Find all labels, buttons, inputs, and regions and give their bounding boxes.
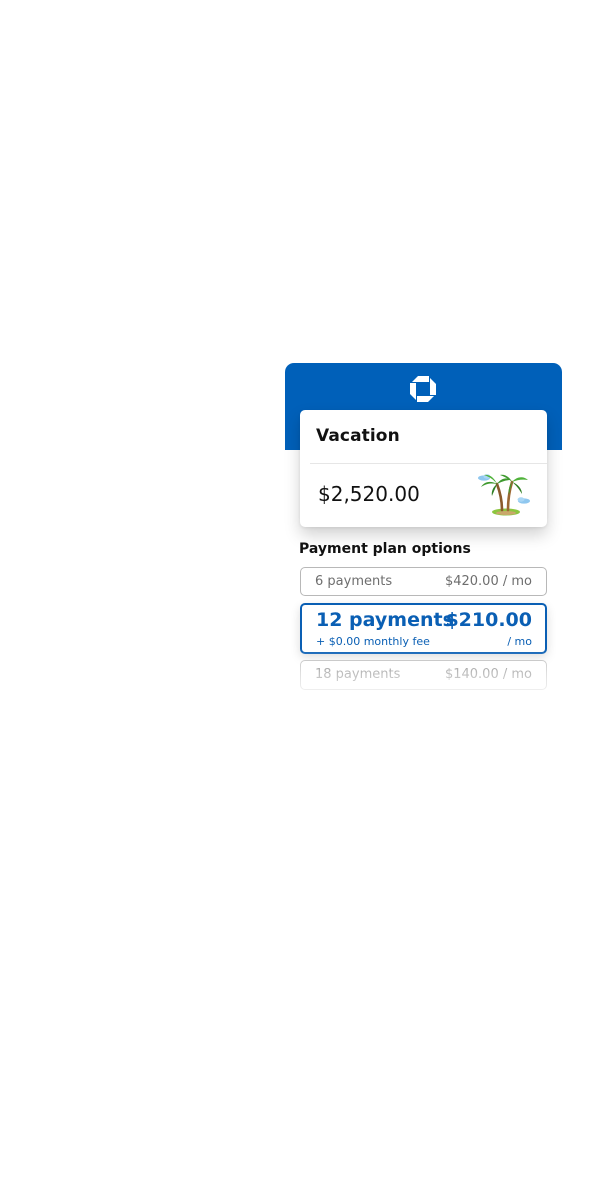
- plan-amount: $420.00 / mo: [444, 574, 532, 589]
- plan-it-widget: Vacation $2,520.00 Payment plan options …: [285, 363, 562, 703]
- plan-per-month: / mo: [507, 635, 532, 648]
- plan-count: 6 payments: [315, 574, 393, 589]
- purchase-amount: $2,520.00: [318, 482, 420, 506]
- payment-plan-heading: Payment plan options: [299, 541, 471, 557]
- purchase-card: Vacation $2,520.00: [300, 410, 547, 527]
- screen: Vacation $2,520.00 Payment plan options …: [0, 0, 600, 1200]
- purchase-title: Vacation: [316, 426, 400, 446]
- plan-count: 18 payments: [315, 667, 401, 682]
- plan-count: 12 payments: [316, 609, 454, 631]
- plan-option-12-payments-selected[interactable]: 12 payments + $0.00 monthly fee $210.00 …: [300, 603, 547, 654]
- octagon-logo-icon: [410, 376, 436, 402]
- plan-amount: $140.00 / mo: [444, 667, 532, 682]
- plan-option-18-payments[interactable]: 18 payments $140.00 / mo: [300, 660, 547, 690]
- plan-option-6-payments[interactable]: 6 payments $420.00 / mo: [300, 567, 547, 596]
- plan-monthly-fee: + $0.00 monthly fee: [316, 635, 430, 648]
- palm-tree-icon: [478, 474, 530, 516]
- divider: [310, 463, 547, 464]
- plan-amount: $210.00: [445, 609, 532, 631]
